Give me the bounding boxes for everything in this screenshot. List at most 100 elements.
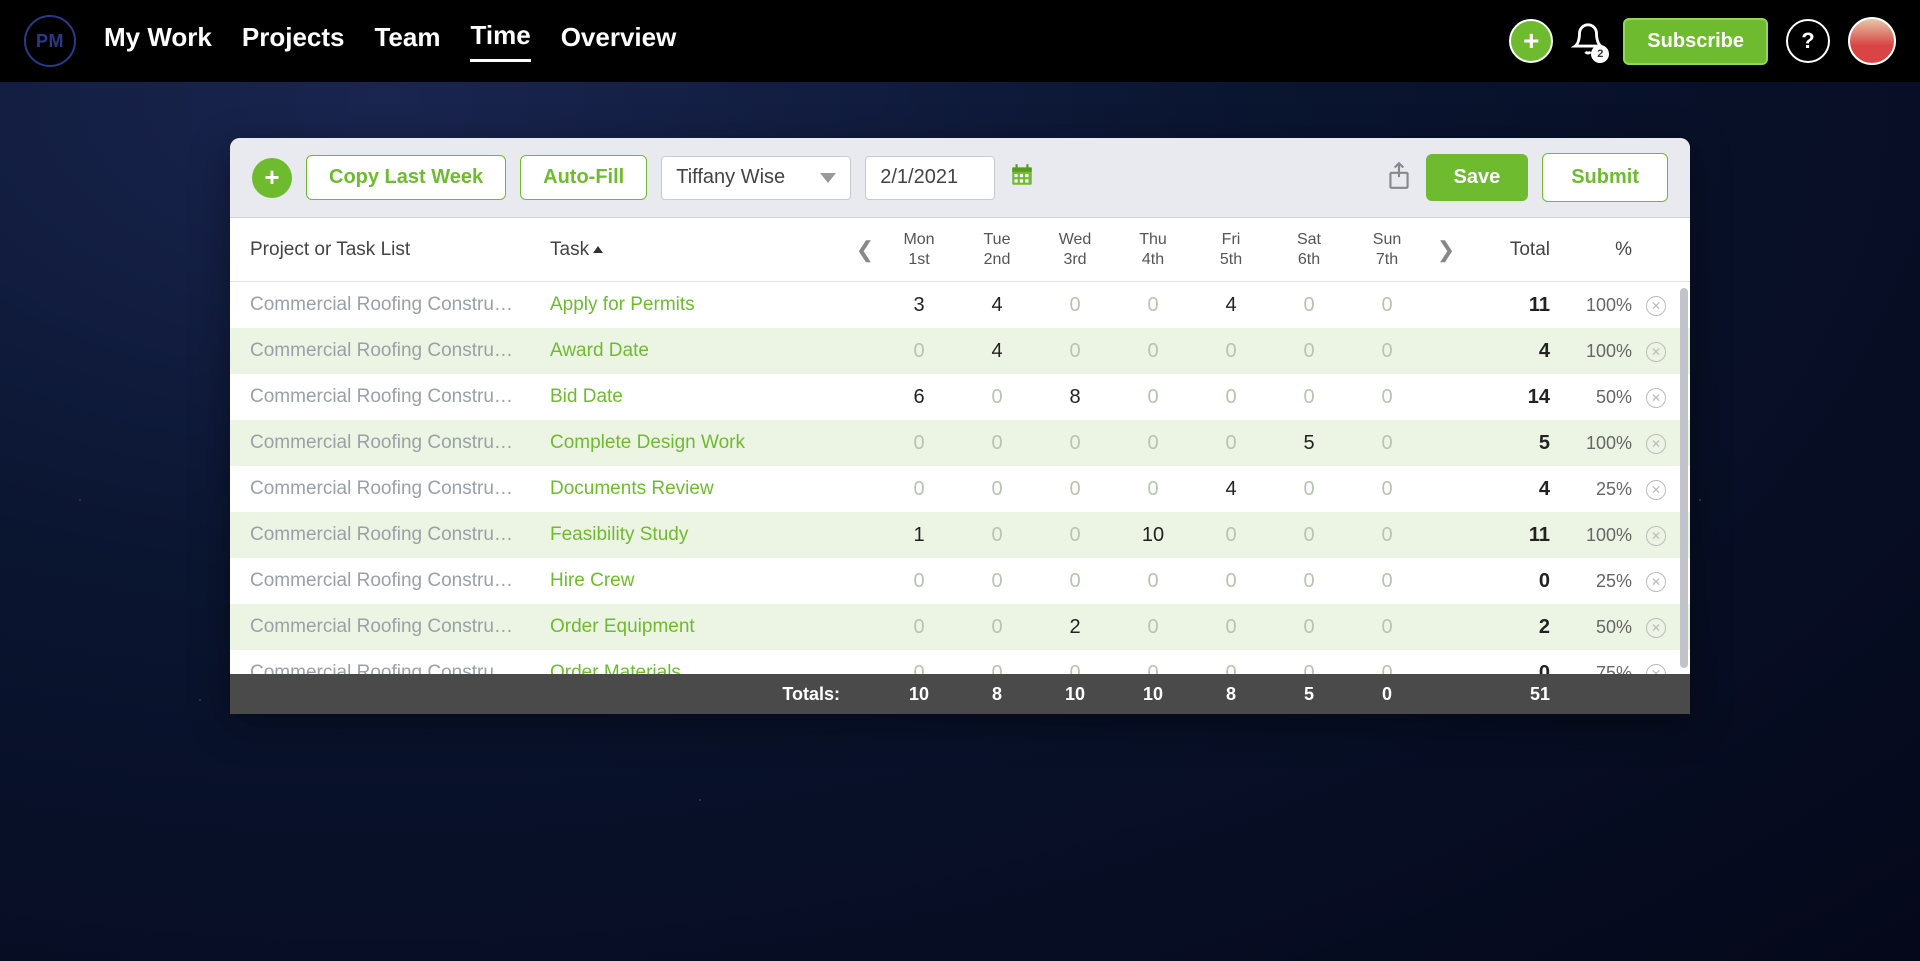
- hours-cell[interactable]: 0: [1192, 432, 1270, 455]
- hours-cell[interactable]: 0: [1348, 432, 1426, 455]
- help-button[interactable]: ?: [1786, 19, 1830, 63]
- save-button[interactable]: Save: [1426, 154, 1529, 201]
- hours-cell[interactable]: 5: [1270, 432, 1348, 455]
- hours-cell[interactable]: 3: [880, 294, 958, 317]
- hours-cell[interactable]: 0: [1114, 386, 1192, 409]
- hours-cell[interactable]: 0: [1114, 616, 1192, 639]
- hours-cell[interactable]: 0: [1114, 294, 1192, 317]
- date-input[interactable]: 2/1/2021: [865, 156, 995, 200]
- delete-row-button[interactable]: ✕: [1646, 526, 1666, 546]
- hours-cell[interactable]: 0: [1270, 524, 1348, 547]
- task-link[interactable]: Award Date: [550, 340, 850, 362]
- nav-link-team[interactable]: Team: [374, 22, 440, 61]
- delete-row-button[interactable]: ✕: [1646, 664, 1666, 674]
- hours-cell[interactable]: 0: [1348, 662, 1426, 675]
- delete-row-button[interactable]: ✕: [1646, 342, 1666, 362]
- hours-cell[interactable]: 1: [880, 524, 958, 547]
- add-row-button[interactable]: +: [252, 158, 292, 198]
- hours-cell[interactable]: 0: [1036, 662, 1114, 675]
- hours-cell[interactable]: 4: [1192, 294, 1270, 317]
- hours-cell[interactable]: 0: [958, 662, 1036, 675]
- copy-last-week-button[interactable]: Copy Last Week: [306, 155, 506, 200]
- hours-cell[interactable]: 0: [880, 478, 958, 501]
- hours-cell[interactable]: 4: [958, 340, 1036, 363]
- hours-cell[interactable]: 0: [1348, 294, 1426, 317]
- next-week-button[interactable]: ❯: [1426, 237, 1466, 263]
- user-avatar[interactable]: [1848, 17, 1896, 65]
- hours-cell[interactable]: 0: [1270, 478, 1348, 501]
- task-link[interactable]: Apply for Permits: [550, 294, 850, 316]
- hours-cell[interactable]: 0: [880, 662, 958, 675]
- hours-cell[interactable]: 0: [958, 616, 1036, 639]
- submit-button[interactable]: Submit: [1542, 153, 1668, 202]
- hours-cell[interactable]: 0: [1270, 294, 1348, 317]
- delete-row-button[interactable]: ✕: [1646, 388, 1666, 408]
- hours-cell[interactable]: 0: [1270, 662, 1348, 675]
- task-link[interactable]: Order Equipment: [550, 616, 850, 638]
- hours-cell[interactable]: 0: [958, 524, 1036, 547]
- delete-row-button[interactable]: ✕: [1646, 296, 1666, 316]
- task-link[interactable]: Bid Date: [550, 386, 850, 408]
- task-link[interactable]: Order Materials: [550, 662, 850, 674]
- hours-cell[interactable]: 4: [1192, 478, 1270, 501]
- hours-cell[interactable]: 0: [1192, 662, 1270, 675]
- delete-row-button[interactable]: ✕: [1646, 480, 1666, 500]
- hours-cell[interactable]: 0: [1270, 570, 1348, 593]
- hours-cell[interactable]: 0: [880, 340, 958, 363]
- hours-cell[interactable]: 0: [1114, 432, 1192, 455]
- task-link[interactable]: Complete Design Work: [550, 432, 850, 454]
- hours-cell[interactable]: 0: [1036, 294, 1114, 317]
- hours-cell[interactable]: 0: [1348, 616, 1426, 639]
- delete-row-button[interactable]: ✕: [1646, 618, 1666, 638]
- hours-cell[interactable]: 0: [1348, 524, 1426, 547]
- nav-link-my-work[interactable]: My Work: [104, 22, 212, 61]
- hours-cell[interactable]: 0: [1036, 570, 1114, 593]
- user-select[interactable]: Tiffany Wise: [661, 156, 851, 200]
- brand-logo[interactable]: PM: [24, 15, 76, 67]
- hours-cell[interactable]: 0: [1036, 524, 1114, 547]
- delete-row-button[interactable]: ✕: [1646, 434, 1666, 454]
- delete-row-button[interactable]: ✕: [1646, 572, 1666, 592]
- hours-cell[interactable]: 0: [1348, 570, 1426, 593]
- hours-cell[interactable]: 0: [958, 432, 1036, 455]
- hours-cell[interactable]: 0: [1270, 386, 1348, 409]
- hours-cell[interactable]: 0: [880, 570, 958, 593]
- hours-cell[interactable]: 0: [1192, 570, 1270, 593]
- task-link[interactable]: Documents Review: [550, 478, 850, 500]
- hours-cell[interactable]: 0: [1114, 570, 1192, 593]
- hours-cell[interactable]: 0: [958, 570, 1036, 593]
- notifications-button[interactable]: 2: [1571, 22, 1605, 61]
- nav-link-projects[interactable]: Projects: [242, 22, 345, 61]
- hours-cell[interactable]: 0: [958, 386, 1036, 409]
- subscribe-button[interactable]: Subscribe: [1623, 18, 1768, 65]
- hours-cell[interactable]: 0: [1114, 662, 1192, 675]
- hours-cell[interactable]: 0: [880, 616, 958, 639]
- prev-week-button[interactable]: ❮: [850, 237, 880, 263]
- hours-cell[interactable]: 0: [880, 432, 958, 455]
- hours-cell[interactable]: 0: [1114, 340, 1192, 363]
- hours-cell[interactable]: 0: [1192, 524, 1270, 547]
- hours-cell[interactable]: 0: [958, 478, 1036, 501]
- hours-cell[interactable]: 2: [1036, 616, 1114, 639]
- hours-cell[interactable]: 0: [1348, 386, 1426, 409]
- col-header-task[interactable]: Task: [550, 239, 850, 261]
- hours-cell[interactable]: 0: [1114, 478, 1192, 501]
- hours-cell[interactable]: 0: [1192, 616, 1270, 639]
- hours-cell[interactable]: 8: [1036, 386, 1114, 409]
- calendar-button[interactable]: [1009, 162, 1035, 193]
- hours-cell[interactable]: 0: [1036, 340, 1114, 363]
- task-link[interactable]: Hire Crew: [550, 570, 850, 592]
- global-add-button[interactable]: +: [1509, 19, 1553, 63]
- nav-link-overview[interactable]: Overview: [561, 22, 677, 61]
- hours-cell[interactable]: 6: [880, 386, 958, 409]
- vertical-scrollbar[interactable]: [1680, 288, 1688, 668]
- export-button[interactable]: [1386, 160, 1412, 195]
- auto-fill-button[interactable]: Auto-Fill: [520, 155, 647, 200]
- hours-cell[interactable]: 0: [1192, 340, 1270, 363]
- hours-cell[interactable]: 0: [1270, 616, 1348, 639]
- hours-cell[interactable]: 0: [1270, 340, 1348, 363]
- hours-cell[interactable]: 0: [1036, 478, 1114, 501]
- hours-cell[interactable]: 0: [1348, 340, 1426, 363]
- hours-cell[interactable]: 0: [1192, 386, 1270, 409]
- nav-link-time[interactable]: Time: [470, 20, 530, 62]
